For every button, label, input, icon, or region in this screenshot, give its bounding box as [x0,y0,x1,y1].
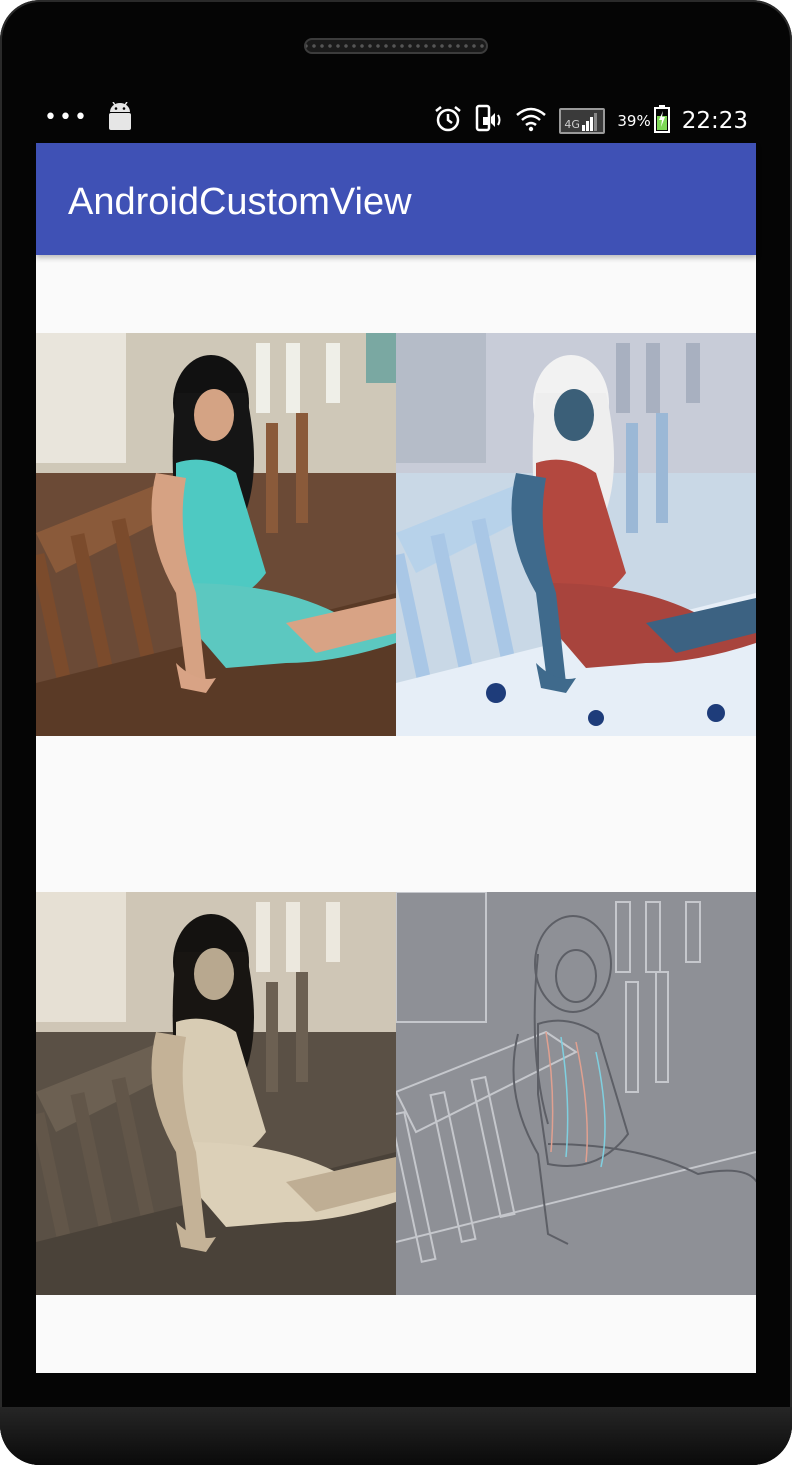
android-icon [107,101,133,134]
photo-emboss [396,892,756,1295]
overflow-dots: ••• [44,105,89,130]
clock: 22:23 [681,108,748,134]
wifi-icon [515,106,547,136]
phone-frame: ••• 4G 39% 22:23 AndroidCustomView [0,0,792,1465]
signal-icon: 4G [559,108,606,134]
photo-inverted [396,333,756,736]
vibrate-icon [475,104,503,138]
alarm-icon [433,104,463,138]
earpiece-speaker [304,38,488,54]
status-bar: ••• 4G 39% 22:23 [36,92,756,143]
photo-original [36,333,396,736]
battery-icon [653,105,670,137]
app-bar: AndroidCustomView [36,143,756,255]
network-type-label: 4G [564,118,580,131]
photo-sepia [36,892,396,1295]
app-title: AndroidCustomView [68,181,412,223]
content-area [36,255,756,1373]
battery-percent: 39% [617,112,651,130]
phone-bottom-bezel [0,1407,792,1465]
